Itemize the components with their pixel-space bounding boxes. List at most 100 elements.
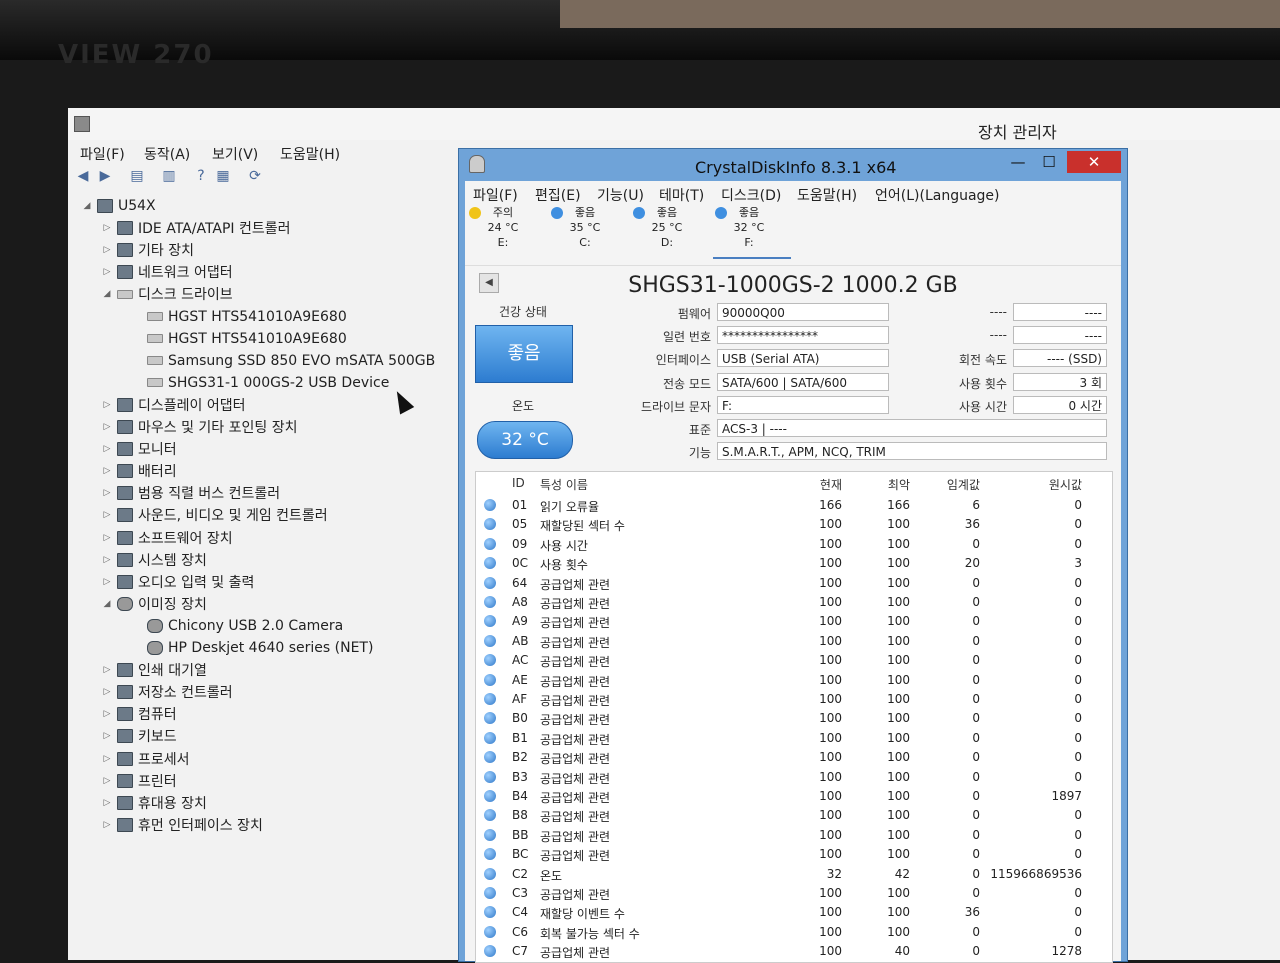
list-icon[interactable]: ▥ [160,168,178,184]
smart-row[interactable]: 05 재할당된 섹터 수 100 100 36 0 [476,515,1112,534]
expand-arrow-icon[interactable]: ▷ [102,555,112,565]
expand-arrow-icon[interactable]: ▷ [102,245,112,255]
expand-arrow-icon[interactable]: ▷ [102,754,112,764]
tree-node[interactable]: ▷ 저장소 컨트롤러 [102,682,233,702]
cdi-menu-help[interactable]: 도움말(H) [797,185,857,205]
tree-node[interactable]: ◢ 디스크 드라이브 [102,284,233,304]
expand-arrow-icon[interactable]: ◢ [102,599,112,609]
smart-row[interactable]: BB 공급업체 관련 100 100 0 0 [476,826,1112,845]
tree-node[interactable]: ▷ 기타 장치 [102,240,194,260]
tree-node[interactable]: ▷ 배터리 [102,461,177,481]
smart-row[interactable]: B8 공급업체 관련 100 100 0 0 [476,806,1112,825]
drive-tab[interactable]: 좋음 32 °C F: [715,205,779,250]
smart-row[interactable]: AB 공급업체 관련 100 100 0 0 [476,632,1112,651]
smart-row[interactable]: C3 공급업체 관련 100 100 0 0 [476,884,1112,903]
drive-tab[interactable]: 주의 24 °C E: [469,205,533,250]
tree-node[interactable]: ▷ 오디오 입력 및 출력 [102,572,254,592]
tree-node[interactable]: Samsung SSD 850 EVO mSATA 500GB [132,351,435,371]
tree-node[interactable]: ▷ 모니터 [102,439,177,459]
smart-row[interactable]: AC 공급업체 관련 100 100 0 0 [476,651,1112,670]
drive-tab[interactable]: 좋음 25 °C D: [633,205,697,250]
smart-header-threshold[interactable]: 임계값 [940,476,980,493]
tree-node[interactable]: ▷ 네트워크 어댑터 [102,262,233,282]
expand-arrow-icon[interactable]: ▷ [102,709,112,719]
tree-node[interactable]: ▷ 키보드 [102,726,177,746]
close-button[interactable]: ✕ [1067,151,1121,173]
smart-row[interactable]: BC 공급업체 관련 100 100 0 0 [476,845,1112,864]
smart-row[interactable]: B0 공급업체 관련 100 100 0 0 [476,709,1112,728]
tree-node[interactable]: ▷ 디스플레이 어댑터 [102,395,246,415]
tree-node[interactable]: ▷ 사운드, 비디오 및 게임 컨트롤러 [102,505,328,525]
tree-node[interactable]: ▷ 컴퓨터 [102,704,177,724]
smart-row[interactable]: A8 공급업체 관련 100 100 0 0 [476,593,1112,612]
cdi-menu-function[interactable]: 기능(U) [597,185,644,205]
smart-header-worst[interactable]: 최악 [874,476,910,493]
tree-node[interactable]: ▷ 마우스 및 기타 포인팅 장치 [102,417,297,437]
minimize-button[interactable]: — [1007,151,1029,173]
cdi-menu-theme[interactable]: 테마(T) [659,185,704,205]
smart-header-attribute[interactable]: 특성 이름 [540,476,588,493]
smart-row[interactable]: 0C 사용 횟수 100 100 20 3 [476,554,1112,573]
smart-row[interactable]: 09 사용 시간 100 100 0 0 [476,535,1112,554]
health-status-button[interactable]: 좋음 [475,325,573,383]
tree-node[interactable]: ▷ 휴먼 인터페이스 장치 [102,815,263,835]
smart-row[interactable]: A9 공급업체 관련 100 100 0 0 [476,612,1112,631]
tree-node[interactable]: SHGS31-1 000GS-2 USB Device [132,373,389,393]
smart-header-current[interactable]: 현재 [806,476,842,493]
smart-row[interactable]: AF 공급업체 관련 100 100 0 0 [476,690,1112,709]
tree-node[interactable]: ▷ 시스템 장치 [102,550,207,570]
tree-node[interactable]: Chicony USB 2.0 Camera [132,616,343,636]
smart-header-raw[interactable]: 원시값 [1036,476,1082,493]
maximize-button[interactable]: ☐ [1037,151,1061,173]
expand-arrow-icon[interactable]: ▷ [102,466,112,476]
drive-tab[interactable]: 좋음 35 °C C: [551,205,615,250]
expand-arrow-icon[interactable]: ▷ [102,267,112,277]
tree-node[interactable]: ▷ 프린터 [102,771,177,791]
tree-node[interactable]: ▷ 휴대용 장치 [102,793,207,813]
tree-node[interactable]: HP Deskjet 4640 series (NET) [132,638,373,658]
smart-row[interactable]: AE 공급업체 관련 100 100 0 0 [476,671,1112,690]
expand-arrow-icon[interactable]: ▷ [102,533,112,543]
temperature-button[interactable]: 32 °C [477,421,573,459]
tree-node[interactable]: ◢ U54X [82,196,156,216]
smart-row[interactable]: B3 공급업체 관련 100 100 0 0 [476,768,1112,787]
cdi-menu-disk[interactable]: 디스크(D) [721,185,781,205]
tree-node[interactable]: ▷ 범용 직렬 버스 컨트롤러 [102,483,280,503]
smart-row[interactable]: B2 공급업체 관련 100 100 0 0 [476,748,1112,767]
scan-hardware-icon[interactable]: ⟳ [246,168,264,184]
expand-arrow-icon[interactable]: ▷ [102,422,112,432]
smart-row[interactable]: C6 회복 불가능 섹터 수 100 100 0 0 [476,923,1112,942]
expand-arrow-icon[interactable]: ▷ [102,687,112,697]
expand-arrow-icon[interactable]: ▷ [102,488,112,498]
tree-node[interactable]: ▷ IDE ATA/ATAPI 컨트롤러 [102,218,291,238]
smart-row[interactable]: 01 읽기 오류율 166 166 6 0 [476,496,1112,515]
expand-arrow-icon[interactable]: ▷ [102,223,112,233]
tree-node[interactable]: ▷ 프로세서 [102,749,190,769]
expand-arrow-icon[interactable]: ▷ [102,776,112,786]
tree-node[interactable]: ▷ 인쇄 대기열 [102,660,207,680]
expand-arrow-icon[interactable]: ◢ [102,289,112,299]
expand-arrow-icon[interactable]: ▷ [102,400,112,410]
expand-arrow-icon[interactable]: ▷ [102,820,112,830]
help-icon[interactable]: ? [192,168,210,184]
cdi-menu-language[interactable]: 언어(L)(Language) [875,185,1000,205]
back-arrow-icon[interactable]: ◀ [74,168,92,184]
menu-action[interactable]: 동작(A) [144,144,190,164]
smart-row[interactable]: C7 공급업체 관련 100 40 0 1278 [476,942,1112,961]
smart-row[interactable]: B4 공급업체 관련 100 100 0 1897 [476,787,1112,806]
expand-arrow-icon[interactable]: ▷ [102,665,112,675]
smart-row[interactable]: C2 온도 32 42 0 115966869536 [476,865,1112,884]
properties-view-icon[interactable]: ▤ [128,168,146,184]
expand-arrow-icon[interactable]: ▷ [102,444,112,454]
previous-disk-icon[interactable]: ◀ [479,273,499,293]
cdi-menu-edit[interactable]: 편집(E) [535,185,581,205]
menu-help[interactable]: 도움말(H) [280,144,340,164]
menu-file[interactable]: 파일(F) [80,144,125,164]
console-icon[interactable]: ▦ [214,168,232,184]
smart-row[interactable]: B1 공급업체 관련 100 100 0 0 [476,729,1112,748]
forward-arrow-icon[interactable]: ▶ [96,168,114,184]
expand-arrow-icon[interactable]: ◢ [82,201,92,211]
smart-row[interactable]: 64 공급업체 관련 100 100 0 0 [476,574,1112,593]
tree-node[interactable]: ▷ 소프트웨어 장치 [102,528,233,548]
expand-arrow-icon[interactable]: ▷ [102,731,112,741]
